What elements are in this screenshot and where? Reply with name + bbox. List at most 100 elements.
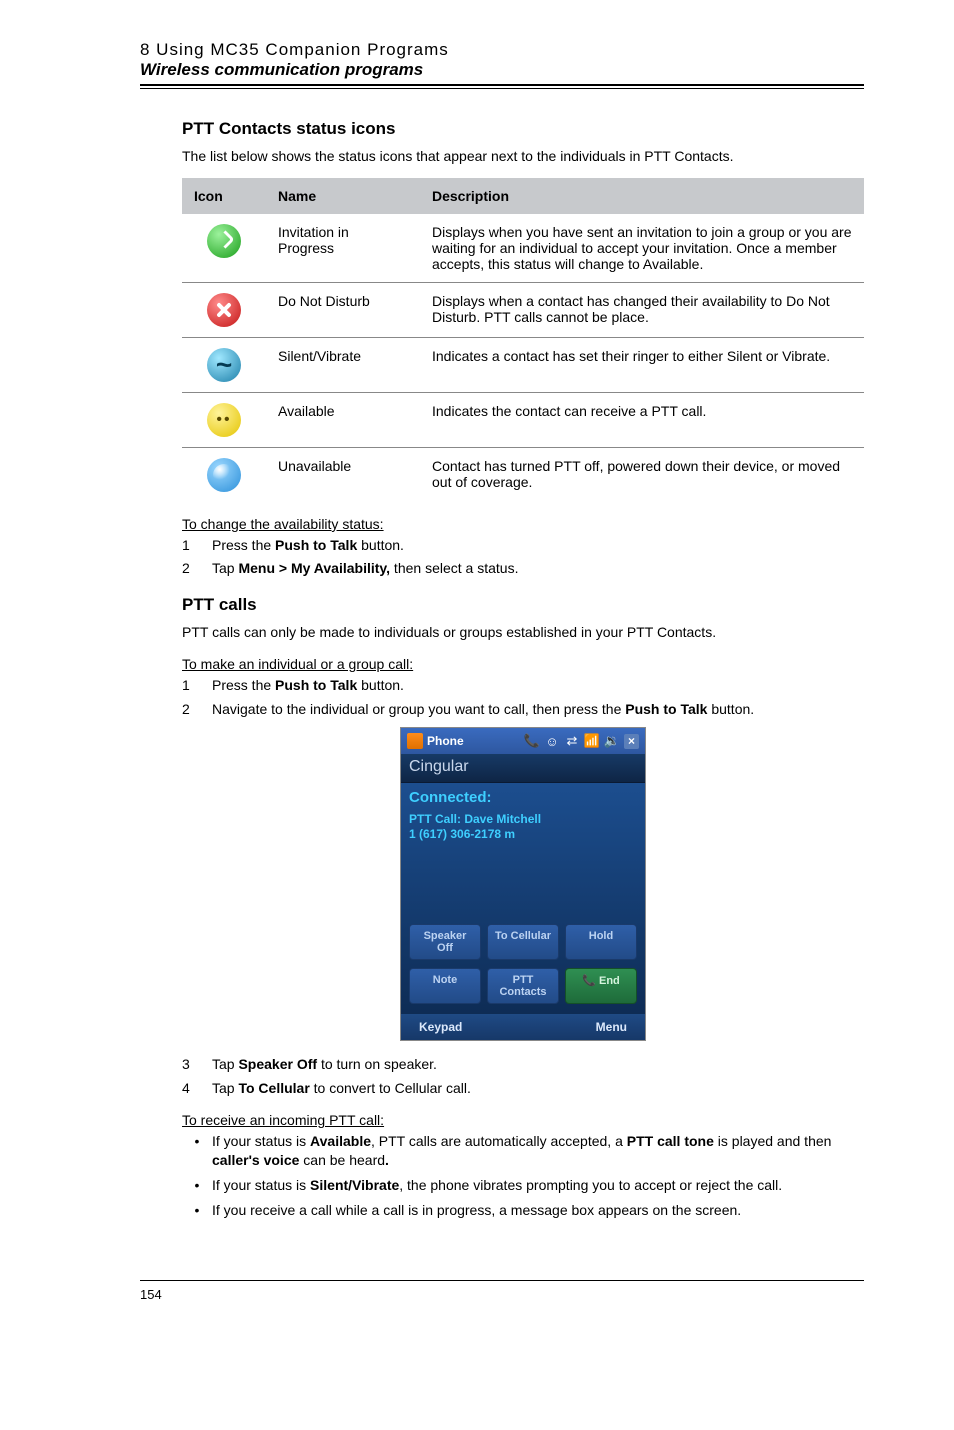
menu-softkey[interactable]: Menu xyxy=(596,1020,627,1034)
list-item: 2 Tap Menu > My Availability, then selec… xyxy=(182,559,864,579)
invitation-icon xyxy=(207,224,241,258)
keypad-softkey[interactable]: Keypad xyxy=(419,1020,462,1034)
text-bold: To Cellular xyxy=(238,1080,309,1096)
text-bold: Silent/Vibrate xyxy=(310,1177,399,1193)
text: Navigate to the individual or group you … xyxy=(212,701,625,717)
table-row: Do Not Disturb Displays when a contact h… xyxy=(182,282,864,337)
row-name: Unavailable xyxy=(266,447,420,502)
note-button[interactable]: Note xyxy=(409,968,481,1004)
table-row: Unavailable Contact has turned PTT off, … xyxy=(182,447,864,502)
text: then select a status. xyxy=(390,560,518,576)
col-desc: Description xyxy=(420,178,864,214)
ptt-icons-heading: PTT Contacts status icons xyxy=(182,119,864,139)
header-rule-thin xyxy=(140,88,864,89)
row-name: Invitation in Progress xyxy=(266,214,420,283)
end-button[interactable]: 📞 End xyxy=(565,968,637,1004)
text-bold: . xyxy=(385,1152,389,1168)
ptt-calls-intro: PTT calls can only be made to individual… xyxy=(182,623,864,642)
header-section: Wireless communication programs xyxy=(140,60,864,80)
text-bold: Push to Talk xyxy=(275,677,357,693)
text: If your status is xyxy=(212,1177,310,1193)
text: , the phone vibrates prompting you to ac… xyxy=(399,1177,782,1193)
speaker-icon: 🔉 xyxy=(604,733,620,749)
speaker-off-button[interactable]: Speaker Off xyxy=(409,924,481,960)
col-icon: Icon xyxy=(182,178,266,214)
text: button. xyxy=(357,677,404,693)
app-title: Phone xyxy=(427,734,464,748)
text: Press the xyxy=(212,537,275,553)
header-rule-thick xyxy=(140,84,864,86)
task-receive-call: To receive an incoming PTT call: xyxy=(182,1112,864,1128)
text: Tap xyxy=(212,1080,238,1096)
text-bold: Menu > My Availability, xyxy=(238,560,390,576)
call-number: 1 (617) 306-2178 m xyxy=(409,827,637,842)
text: is played and then xyxy=(714,1133,832,1149)
call-name: PTT Call: Dave Mitchell xyxy=(409,812,637,827)
text: to convert to Cellular call. xyxy=(310,1080,471,1096)
text-bold: caller's voice xyxy=(212,1152,299,1168)
ptt-contacts-button[interactable]: PTT Contacts xyxy=(487,968,559,1004)
text: Tap xyxy=(212,560,238,576)
footer-rule xyxy=(140,1280,864,1281)
row-name: Available xyxy=(266,392,420,447)
header-chapter: 8 Using MC35 Companion Programs xyxy=(140,40,864,60)
connected-label: Connected: xyxy=(409,789,637,806)
dnd-icon xyxy=(207,293,241,327)
text-bold: Push to Talk xyxy=(625,701,707,717)
menubar: Keypad Menu xyxy=(401,1014,645,1040)
phone-status-icon: 📞 xyxy=(524,733,540,749)
row-desc: Displays when you have sent an invitatio… xyxy=(420,214,864,283)
ptt-calls-heading: PTT calls xyxy=(182,595,864,615)
sync-icon: ⇄ xyxy=(564,733,580,749)
row-name: Do Not Disturb xyxy=(266,282,420,337)
signal-icon: 📶 xyxy=(584,733,600,749)
text: to turn on speaker. xyxy=(317,1056,437,1072)
list-item: 3 Tap Speaker Off to turn on speaker. xyxy=(182,1055,864,1075)
face-icon: ☺ xyxy=(544,733,560,749)
text: Tap xyxy=(212,1056,238,1072)
end-label: End xyxy=(599,975,620,987)
available-icon xyxy=(207,403,241,437)
unavailable-icon xyxy=(207,458,241,492)
ptt-icons-intro: The list below shows the status icons th… xyxy=(182,147,864,166)
titlebar: Phone 📞 ☺ ⇄ 📶 🔉 × xyxy=(401,728,645,754)
list-item: • If your status is Available, PTT calls… xyxy=(182,1132,864,1170)
phone-body: Connected: PTT Call: Dave Mitchell 1 (61… xyxy=(401,783,645,1014)
task-change-availability: To change the availability status: xyxy=(182,516,864,532)
text: button. xyxy=(707,701,754,717)
silent-vibrate-icon xyxy=(207,348,241,382)
list-item: • If you receive a call while a call is … xyxy=(182,1201,864,1220)
table-row: Invitation in Progress Displays when you… xyxy=(182,214,864,283)
list-item: • If your status is Silent/Vibrate, the … xyxy=(182,1176,864,1195)
table-row: Available Indicates the contact can rece… xyxy=(182,392,864,447)
list-item: 1 Press the Push to Talk button. xyxy=(182,536,864,556)
carrier-label: Cingular xyxy=(401,754,645,783)
to-cellular-button[interactable]: To Cellular xyxy=(487,924,559,960)
text-bold: Available xyxy=(310,1133,371,1149)
text: If your status is xyxy=(212,1133,310,1149)
col-name: Name xyxy=(266,178,420,214)
text: can be heard xyxy=(299,1152,385,1168)
text-bold: PTT call tone xyxy=(627,1133,714,1149)
text-bold: Speaker Off xyxy=(238,1056,317,1072)
text: Press the xyxy=(212,677,275,693)
list-item: 2 Navigate to the individual or group yo… xyxy=(182,700,864,720)
hold-button[interactable]: Hold xyxy=(565,924,637,960)
row-name: Silent/Vibrate xyxy=(266,337,420,392)
close-icon: × xyxy=(624,734,639,749)
row-desc: Indicates the contact can receive a PTT … xyxy=(420,392,864,447)
row-desc: Indicates a contact has set their ringer… xyxy=(420,337,864,392)
text-bold: Push to Talk xyxy=(275,537,357,553)
table-row: Silent/Vibrate Indicates a contact has s… xyxy=(182,337,864,392)
row-desc: Contact has turned PTT off, powered down… xyxy=(420,447,864,502)
text: , PTT calls are automatically accepted, … xyxy=(371,1133,627,1149)
phone-screenshot: Phone 📞 ☺ ⇄ 📶 🔉 × Cingular Connected: PT… xyxy=(400,727,646,1041)
text: If you receive a call while a call is in… xyxy=(212,1201,741,1220)
status-icons-table: Icon Name Description Invitation in Prog… xyxy=(182,178,864,502)
task-make-call: To make an individual or a group call: xyxy=(182,656,864,672)
list-item: 1 Press the Push to Talk button. xyxy=(182,676,864,696)
start-flag-icon xyxy=(407,733,423,749)
row-desc: Displays when a contact has changed thei… xyxy=(420,282,864,337)
list-item: 4 Tap To Cellular to convert to Cellular… xyxy=(182,1079,864,1099)
page-number: 154 xyxy=(140,1287,864,1302)
